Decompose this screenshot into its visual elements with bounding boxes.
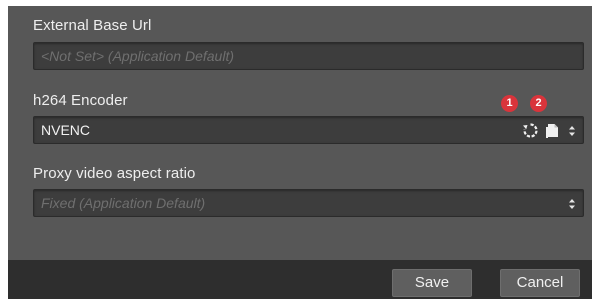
dropdown-arrow-icon[interactable]	[567, 197, 577, 211]
dialog-footer: Save Cancel	[8, 260, 592, 299]
external-base-url-placeholder: <Not Set> (Application Default)	[41, 48, 234, 64]
h264-encoder-select[interactable]: NVENC	[33, 116, 584, 144]
badge-1: 1	[501, 95, 518, 112]
external-base-url-label: External Base Url	[33, 17, 152, 34]
dropdown-arrow-icon[interactable]	[567, 124, 577, 138]
external-base-url-input[interactable]: <Not Set> (Application Default)	[33, 42, 584, 70]
proxy-aspect-ratio-label: Proxy video aspect ratio	[33, 165, 196, 182]
cancel-button[interactable]: Cancel	[500, 269, 580, 297]
copy-icon[interactable]	[544, 122, 561, 139]
proxy-aspect-ratio-select[interactable]: Fixed (Application Default)	[33, 189, 584, 217]
save-button[interactable]: Save	[392, 269, 472, 297]
proxy-aspect-ratio-placeholder: Fixed (Application Default)	[41, 195, 206, 211]
badge-2: 2	[530, 95, 547, 112]
reset-icon[interactable]	[522, 122, 539, 139]
settings-dialog: External Base Url <Not Set> (Application…	[8, 6, 592, 299]
h264-encoder-label: h264 Encoder	[33, 92, 128, 109]
h264-encoder-value: NVENC	[41, 122, 91, 138]
